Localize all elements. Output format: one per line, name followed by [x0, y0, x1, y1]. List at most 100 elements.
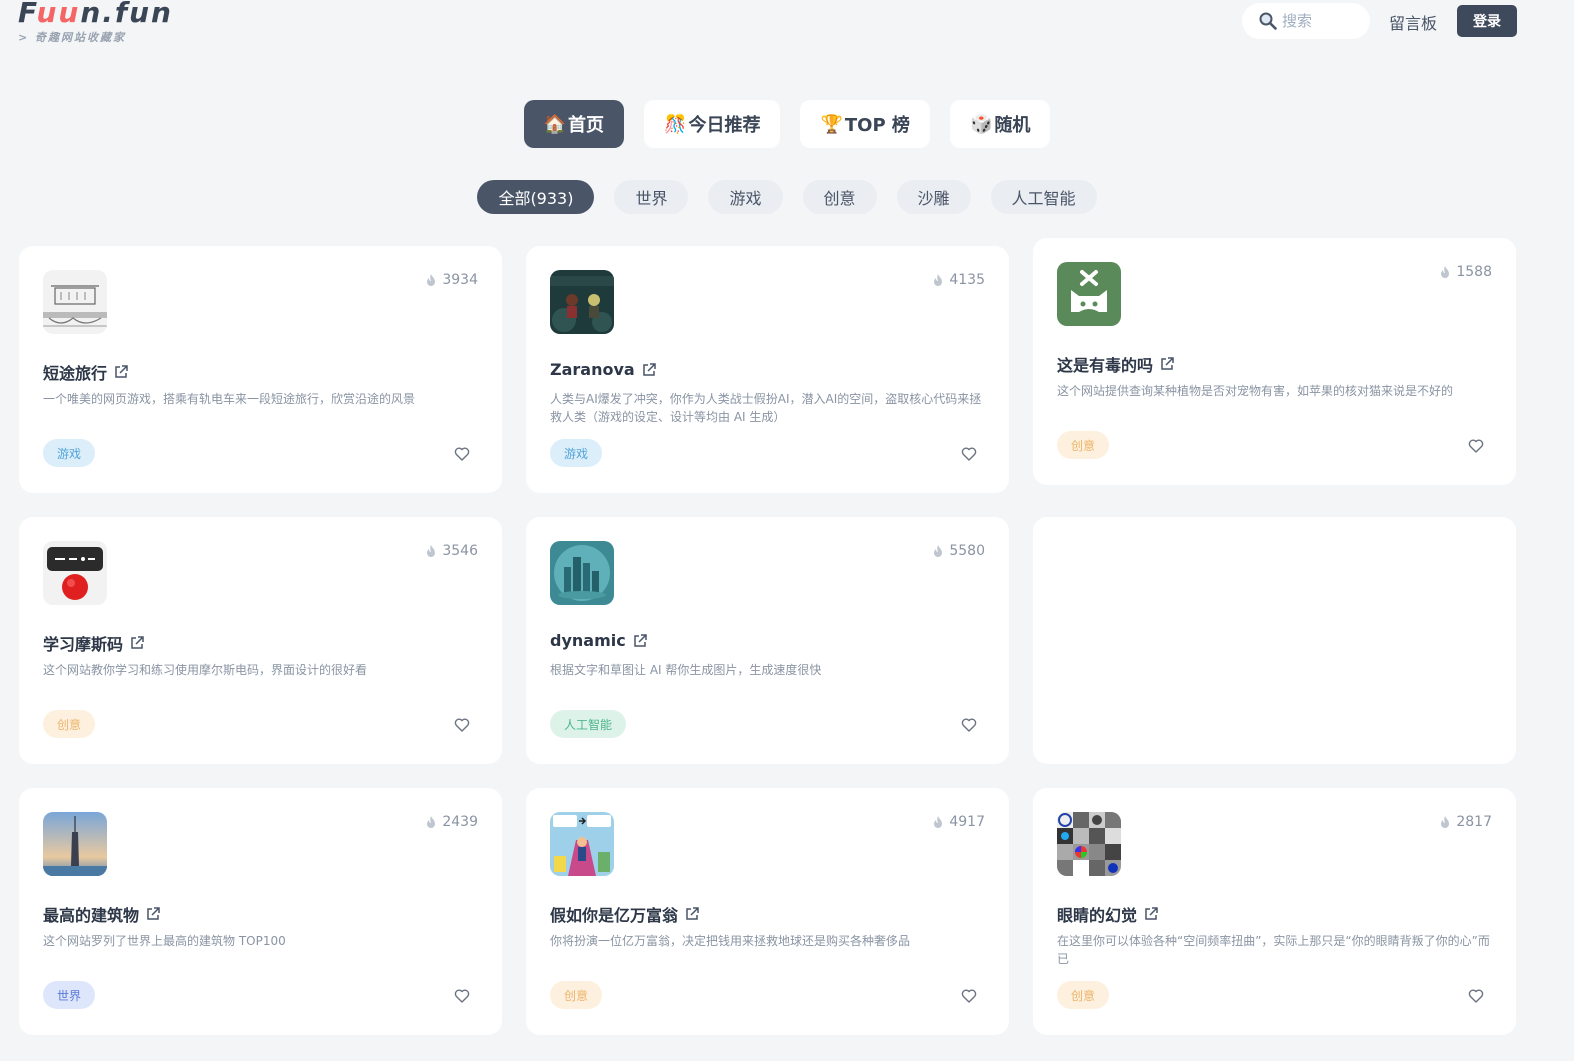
nav-home[interactable]: 🏠 首页	[523, 100, 625, 148]
popularity-count: 2817	[1438, 814, 1492, 830]
category-world[interactable]: 世界	[614, 180, 689, 214]
site-card[interactable]: 4135 Zaranova 人类与AI爆发了冲突，你作为人类战士假扮AI，潜入A…	[526, 246, 1009, 493]
popularity-count: 5580	[931, 543, 985, 559]
search-icon	[1259, 12, 1277, 30]
popularity-count: 3546	[424, 543, 478, 559]
category-tag[interactable]: 创意	[43, 710, 96, 738]
site-card[interactable]: 3546 学习摩斯码 这个网站教你学习和练习使用摩尔斯电码，界面设计的很好看 创…	[19, 517, 502, 764]
flame-icon	[934, 545, 943, 557]
card-title: 假如你是亿万富翁	[550, 906, 679, 925]
popularity-count: 2439	[424, 814, 478, 830]
heart-icon[interactable]	[454, 446, 470, 462]
card-title-link[interactable]: 假如你是亿万富翁	[550, 902, 700, 926]
category-tag[interactable]: 游戏	[550, 439, 603, 467]
category-tag[interactable]: 创意	[1057, 981, 1110, 1009]
card-description: 根据文字和草图让 AI 帮你生成图片，生成速度很快	[550, 663, 822, 677]
card-description: 人类与AI爆发了冲突，你作为人类战士假扮AI，潜入AI的空间，盗取核心代码来拯救…	[550, 392, 982, 424]
card-description: 你将扮演一位亿万富翁，决定把钱用来拯救地球还是购买各种奢侈品	[550, 934, 911, 948]
category-tag[interactable]: 创意	[1057, 431, 1110, 459]
site-card[interactable]: 4917 假如你是亿万富翁 你将扮演一位亿万富翁，决定把钱用来拯救地球还是购买各…	[526, 788, 1009, 1035]
nav-top-list[interactable]: 🏆 TOP 榜	[800, 100, 930, 148]
external-link-icon	[131, 636, 144, 649]
card-title-link[interactable]: 眼睛的幻觉	[1057, 902, 1159, 926]
search-box[interactable]	[1242, 3, 1370, 39]
hot-value: 1588	[1456, 264, 1492, 280]
toxic-cat-icon	[1057, 262, 1121, 326]
card-title: 短途旅行	[43, 364, 108, 383]
flame-icon	[427, 816, 436, 828]
nav-random[interactable]: 🎲 随机	[949, 100, 1051, 148]
flame-icon	[934, 816, 943, 828]
site-card[interactable]: 2439 最高的建筑物 这个网站罗列了世界上最高的建筑物 TOP100 世界	[19, 788, 502, 1035]
card-title: 这是有毒的吗	[1057, 356, 1154, 375]
login-button[interactable]: 登录	[1457, 5, 1517, 37]
message-board-link[interactable]: 留言板	[1389, 10, 1437, 34]
card-title: dynamic	[550, 631, 626, 650]
heart-icon[interactable]	[454, 988, 470, 1004]
dice-icon: 🎲	[969, 113, 993, 135]
tram-sketch-icon	[43, 270, 107, 334]
heart-icon[interactable]	[1468, 988, 1484, 1004]
heart-icon[interactable]	[961, 988, 977, 1004]
popularity-count: 4135	[931, 272, 985, 288]
card-description: 在这里你可以体验各种“空间频率扭曲”，实际上那只是“你的眼睛背叛了你的心”而已	[1057, 934, 1490, 966]
card-description: 一个唯美的网页游戏，搭乘有轨电车来一段短途旅行，欣赏沿途的风景	[43, 392, 416, 406]
hot-value: 3546	[442, 543, 478, 559]
category-tag[interactable]: 创意	[550, 981, 603, 1009]
search-input[interactable]	[1282, 12, 1362, 30]
logo-wordmark: Fuun.fun	[18, 0, 173, 29]
hot-value: 4135	[949, 272, 985, 288]
card-title-link[interactable]: Zaranova	[550, 360, 657, 379]
external-link-icon	[633, 633, 647, 647]
card-description: 这个网站教你学习和练习使用摩尔斯电码，界面设计的很好看	[43, 663, 368, 677]
site-card[interactable]: 1588 这是有毒的吗 这个网站提供查询某种植物是否对宠物有害，如苹果的核对猫来…	[1033, 238, 1516, 485]
category-funny[interactable]: 沙雕	[896, 180, 971, 214]
hot-value: 5580	[949, 543, 985, 559]
heart-icon[interactable]	[961, 717, 977, 733]
site-logo[interactable]: Fuun.fun > 奇趣网站收藏家	[18, 0, 173, 45]
category-tag[interactable]: 人工智能	[550, 710, 627, 738]
site-card[interactable]: 5580 dynamic 根据文字和草图让 AI 帮你生成图片，生成速度很快 人…	[526, 517, 1009, 764]
card-title-link[interactable]: dynamic	[550, 631, 648, 650]
flame-icon	[934, 274, 943, 286]
site-card[interactable]: 3934 短途旅行 一个唯美的网页游戏，搭乘有轨电车来一段短途旅行，欣赏沿途的风…	[19, 246, 502, 493]
hot-value: 4917	[949, 814, 985, 830]
nav-label: 今日推荐	[688, 115, 761, 136]
card-description: 这个网站提供查询某种植物是否对宠物有害，如苹果的核对猫来说是不好的	[1057, 384, 1454, 398]
category-creative[interactable]: 创意	[802, 180, 877, 214]
empty-card-placeholder	[1033, 517, 1516, 764]
flame-icon	[427, 545, 436, 557]
card-title-link[interactable]: 这是有毒的吗	[1057, 352, 1175, 376]
external-link-icon	[115, 365, 128, 378]
main-nav: 🏠 首页 🎊 今日推荐 🏆 TOP 榜 🎲 随机	[0, 100, 1574, 148]
category-tag[interactable]: 世界	[43, 981, 96, 1009]
trophy-icon: 🏆	[820, 113, 843, 135]
zaranova-game-icon	[550, 270, 614, 334]
category-games[interactable]: 游戏	[708, 180, 783, 214]
site-card[interactable]: 2817 眼睛的幻觉 在这里你可以体验各种“空间频率扭曲”，实际上那只是“你的眼…	[1033, 788, 1516, 1035]
card-title-link[interactable]: 最高的建筑物	[43, 902, 161, 926]
card-title: 最高的建筑物	[43, 906, 140, 925]
nav-today-picks[interactable]: 🎊 今日推荐	[644, 100, 781, 148]
heart-icon[interactable]	[961, 446, 977, 462]
external-link-icon	[1145, 907, 1158, 920]
category-ai[interactable]: 人工智能	[990, 180, 1097, 214]
nav-label: 随机	[994, 115, 1031, 136]
flame-icon	[1441, 816, 1450, 828]
category-all[interactable]: 全部(933)	[477, 180, 595, 214]
logo-tagline: > 奇趣网站收藏家	[18, 31, 127, 44]
hot-value: 2817	[1456, 814, 1492, 830]
popularity-count: 1588	[1438, 264, 1492, 280]
popularity-count: 3934	[424, 272, 478, 288]
category-tag[interactable]: 游戏	[43, 439, 96, 467]
house-icon: 🏠	[543, 113, 567, 135]
category-tabs: 全部(933) 世界 游戏 创意 沙雕 人工智能	[0, 180, 1574, 214]
heart-icon[interactable]	[454, 717, 470, 733]
card-title-link[interactable]: 短途旅行	[43, 360, 129, 384]
heart-icon[interactable]	[1468, 438, 1484, 454]
nav-label: 首页	[568, 115, 605, 136]
confetti-icon: 🎊	[664, 113, 687, 135]
card-title: Zaranova	[550, 360, 635, 379]
card-title-link[interactable]: 学习摩斯码	[43, 631, 145, 655]
city-globe-icon	[550, 541, 614, 605]
